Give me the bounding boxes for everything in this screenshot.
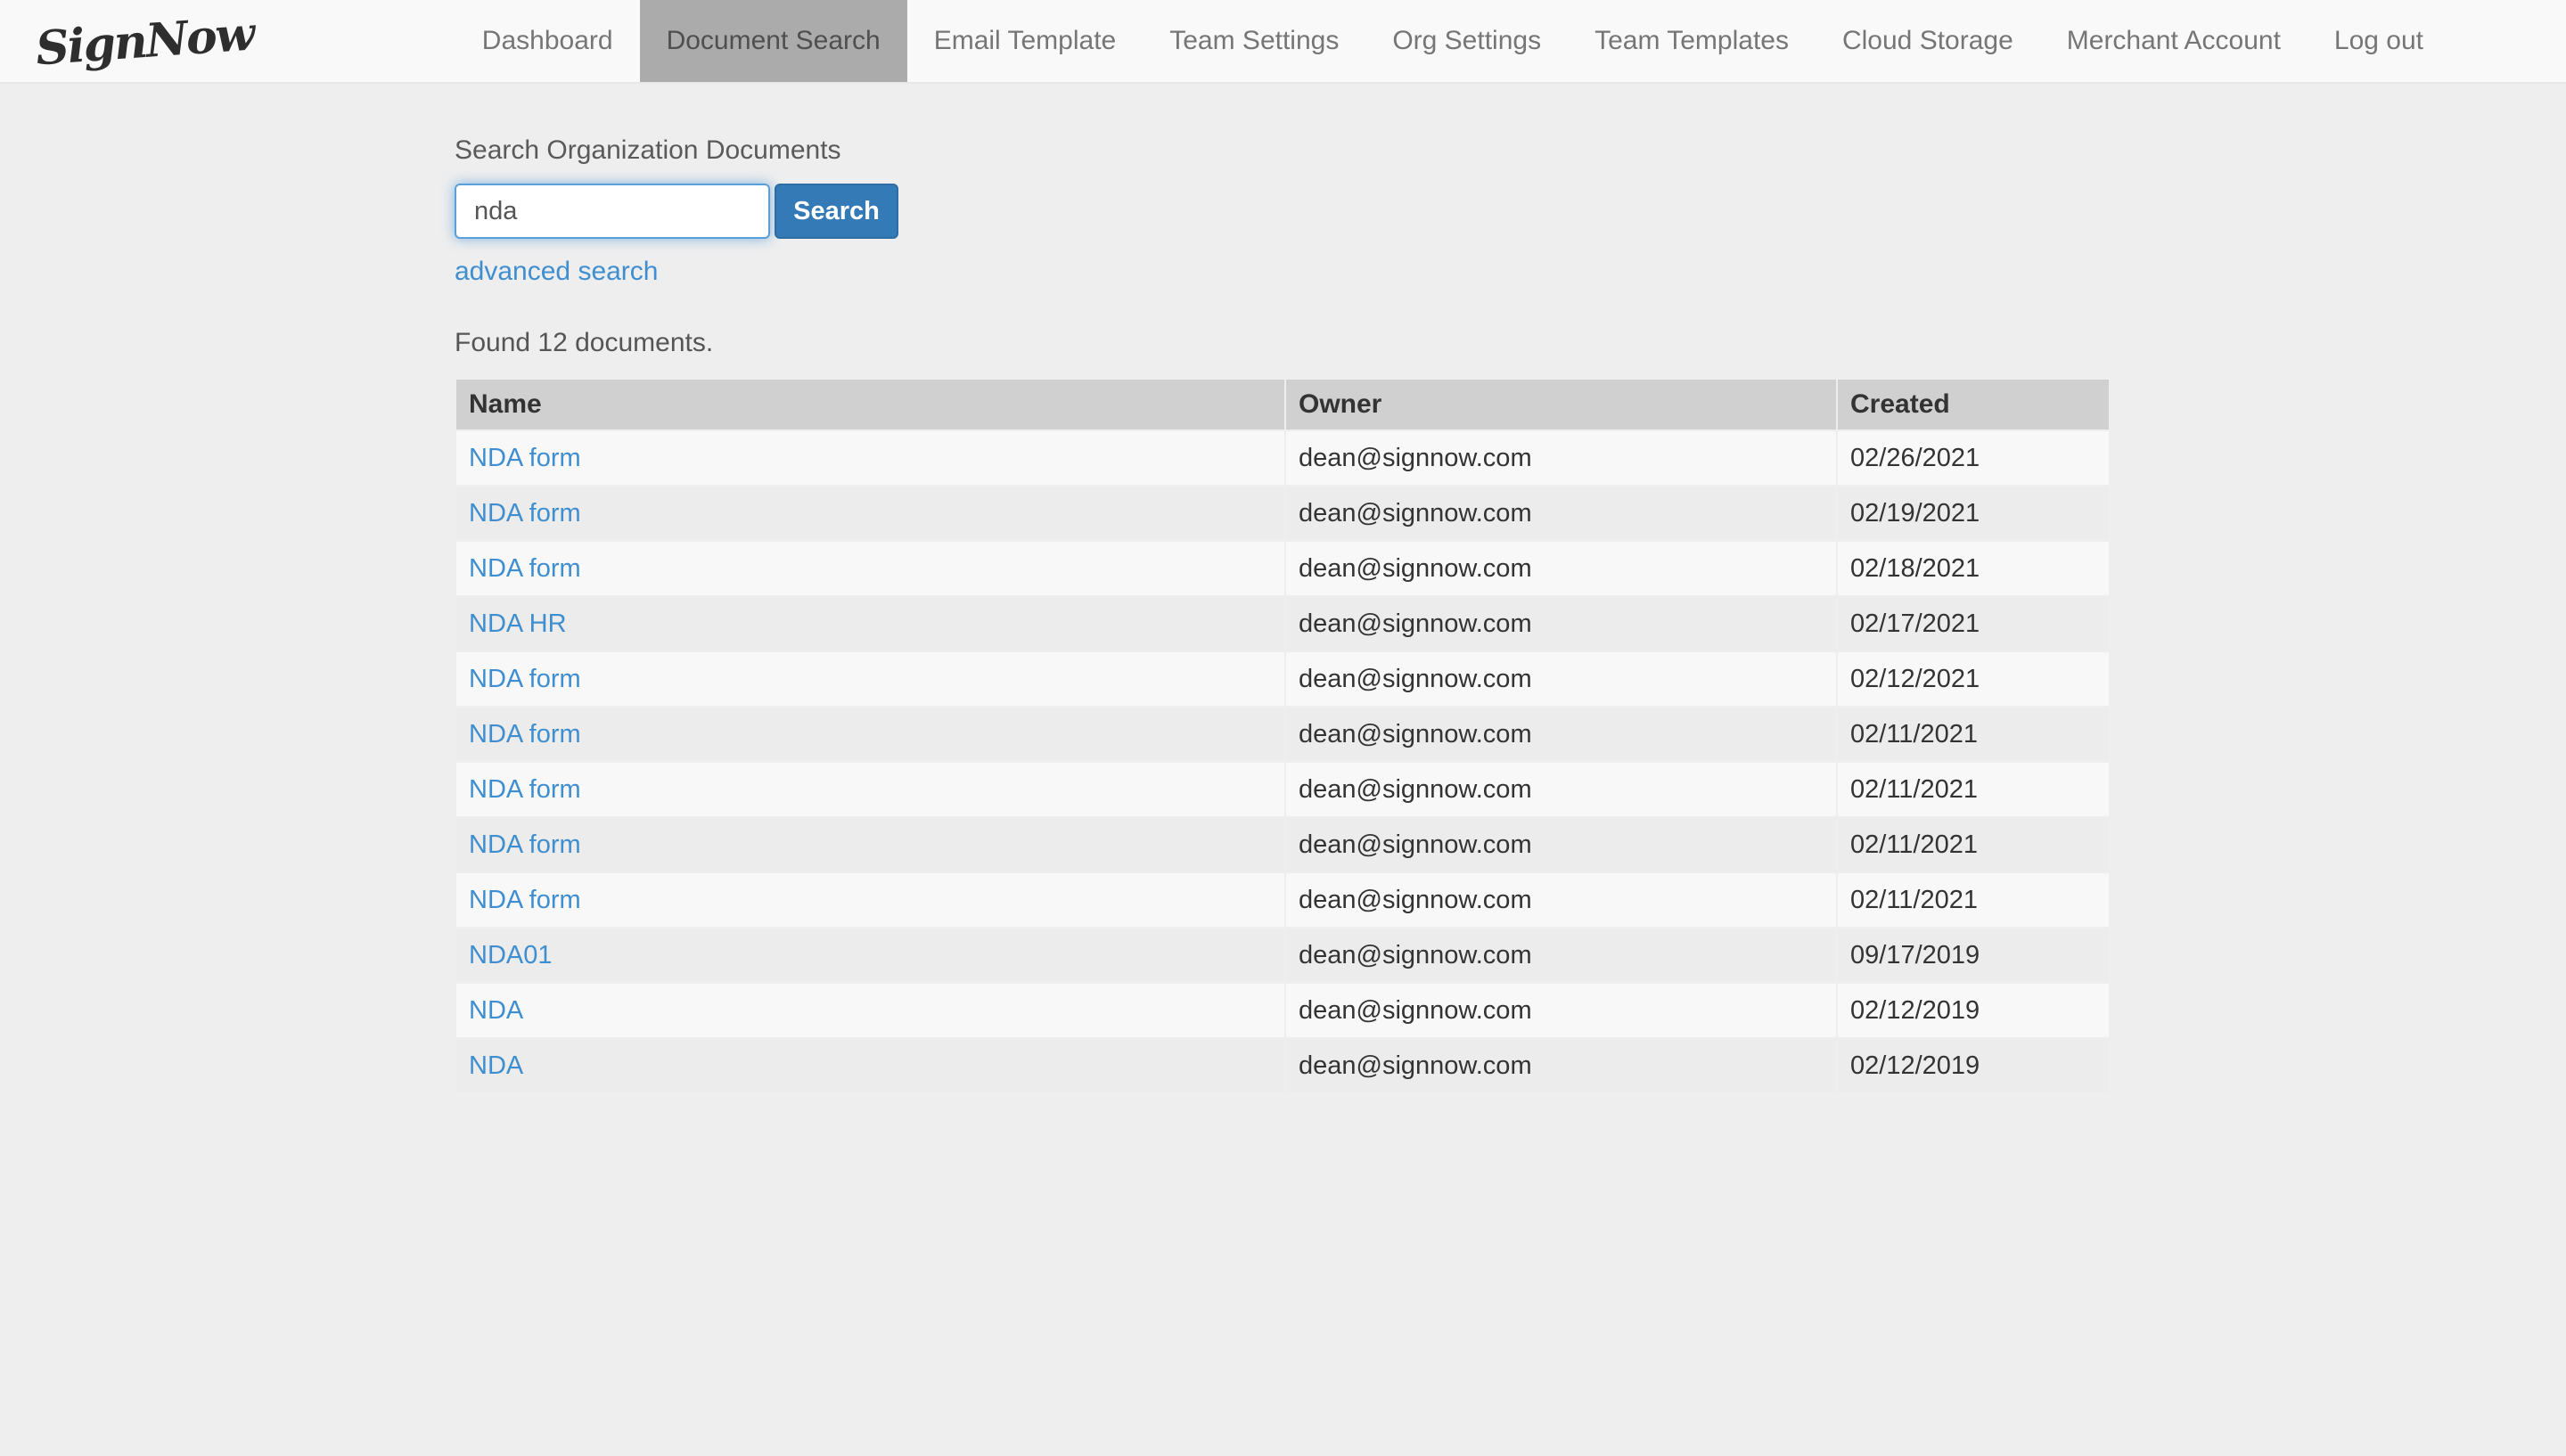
advanced-search-link[interactable]: advanced search	[455, 257, 659, 287]
table-row: NDA01 dean@signnow.com 09/17/2019	[456, 928, 2109, 982]
document-search-page: Search Organization Documents Search adv…	[0, 135, 2566, 1094]
table-row: NDA form dean@signnow.com 02/18/2021	[456, 542, 2109, 595]
table-row: NDA form dean@signnow.com 02/11/2021	[456, 873, 2109, 927]
name-cell: NDA HR	[456, 597, 1284, 650]
created-cell: 02/12/2019	[1838, 1039, 2109, 1092]
owner-cell: dean@signnow.com	[1286, 487, 1836, 540]
table-row: NDA HR dean@signnow.com 02/17/2021	[456, 597, 2109, 650]
document-link[interactable]: NDA form	[469, 444, 581, 472]
document-link[interactable]: NDA form	[469, 720, 581, 748]
name-cell: NDA form	[456, 873, 1284, 927]
owner-cell: dean@signnow.com	[1286, 708, 1836, 761]
name-cell: NDA form	[456, 652, 1284, 706]
table-row: NDA form dean@signnow.com 02/19/2021	[456, 487, 2109, 540]
created-cell: 02/11/2021	[1838, 818, 2109, 871]
table-row: NDA form dean@signnow.com 02/12/2021	[456, 652, 2109, 706]
owner-cell: dean@signnow.com	[1286, 818, 1836, 871]
owner-cell: dean@signnow.com	[1286, 984, 1836, 1037]
document-link[interactable]: NDA form	[469, 775, 581, 804]
created-cell: 02/12/2021	[1838, 652, 2109, 706]
name-cell: NDA form	[456, 763, 1284, 816]
name-cell: NDA form	[456, 818, 1284, 871]
nav-item-email-template[interactable]: Email Template	[907, 0, 1144, 82]
results-table: Name Owner Created NDA form dean@signnow.…	[455, 378, 2111, 1094]
created-cell: 02/18/2021	[1838, 542, 2109, 595]
document-link[interactable]: NDA form	[469, 665, 581, 693]
search-button[interactable]: Search	[775, 184, 898, 239]
name-cell: NDA form	[456, 708, 1284, 761]
signnow-logo[interactable]: SignNow	[34, 6, 255, 76]
results-summary: Found 12 documents.	[455, 328, 714, 357]
created-cell: 02/26/2021	[1838, 431, 2109, 485]
column-header-name: Name	[456, 380, 1284, 429]
created-cell: 02/11/2021	[1838, 873, 2109, 927]
table-row: NDA form dean@signnow.com 02/11/2021	[456, 818, 2109, 871]
owner-cell: dean@signnow.com	[1286, 542, 1836, 595]
search-section-title: Search Organization Documents	[455, 135, 841, 165]
document-link[interactable]: NDA HR	[469, 609, 567, 638]
created-cell: 02/11/2021	[1838, 708, 2109, 761]
results-table-header: Name Owner Created	[456, 380, 2109, 429]
name-cell: NDA	[456, 984, 1284, 1037]
created-cell: 02/19/2021	[1838, 487, 2109, 540]
nav-item-team-settings[interactable]: Team Settings	[1143, 0, 1365, 82]
document-link[interactable]: NDA	[469, 1051, 523, 1080]
top-navbar: SignNow Dashboard Document Search Email Te…	[0, 0, 2566, 84]
document-link[interactable]: NDA form	[469, 554, 581, 583]
table-row: NDA form dean@signnow.com 02/11/2021	[456, 708, 2109, 761]
nav-menu: Dashboard Document Search Email Template Te…	[455, 0, 2450, 82]
name-cell: NDA	[456, 1039, 1284, 1092]
table-row: NDA form dean@signnow.com 02/26/2021	[456, 431, 2109, 485]
created-cell: 02/11/2021	[1838, 763, 2109, 816]
nav-item-merchant-account[interactable]: Merchant Account	[2040, 0, 2308, 82]
table-row: NDA form dean@signnow.com 02/11/2021	[456, 763, 2109, 816]
column-header-created: Created	[1838, 380, 2109, 429]
document-link[interactable]: NDA01	[469, 941, 553, 969]
table-row: NDA dean@signnow.com 02/12/2019	[456, 984, 2109, 1037]
table-row: NDA dean@signnow.com 02/12/2019	[456, 1039, 2109, 1092]
owner-cell: dean@signnow.com	[1286, 652, 1836, 706]
created-cell: 02/12/2019	[1838, 984, 2109, 1037]
nav-item-document-search[interactable]: Document Search	[639, 0, 907, 82]
owner-cell: dean@signnow.com	[1286, 597, 1836, 650]
name-cell: NDA form	[456, 431, 1284, 485]
nav-item-cloud-storage[interactable]: Cloud Storage	[1816, 0, 2040, 82]
created-cell: 09/17/2019	[1838, 928, 2109, 982]
document-link[interactable]: NDA form	[469, 886, 581, 914]
created-cell: 02/17/2021	[1838, 597, 2109, 650]
name-cell: NDA form	[456, 487, 1284, 540]
owner-cell: dean@signnow.com	[1286, 431, 1836, 485]
name-cell: NDA form	[456, 542, 1284, 595]
document-link[interactable]: NDA	[469, 996, 523, 1025]
owner-cell: dean@signnow.com	[1286, 1039, 1836, 1092]
nav-item-log-out[interactable]: Log out	[2308, 0, 2450, 82]
nav-item-dashboard[interactable]: Dashboard	[455, 0, 640, 82]
nav-item-team-templates[interactable]: Team Templates	[1568, 0, 1816, 82]
search-input[interactable]	[455, 184, 770, 239]
owner-cell: dean@signnow.com	[1286, 928, 1836, 982]
owner-cell: dean@signnow.com	[1286, 873, 1836, 927]
document-link[interactable]: NDA form	[469, 499, 581, 528]
results-table-body: NDA form dean@signnow.com 02/26/2021 NDA fo…	[456, 431, 2109, 1092]
column-header-owner: Owner	[1286, 380, 1836, 429]
owner-cell: dean@signnow.com	[1286, 763, 1836, 816]
document-link[interactable]: NDA form	[469, 830, 581, 859]
search-form: Search	[455, 184, 2566, 239]
name-cell: NDA01	[456, 928, 1284, 982]
nav-item-org-settings[interactable]: Org Settings	[1365, 0, 1568, 82]
